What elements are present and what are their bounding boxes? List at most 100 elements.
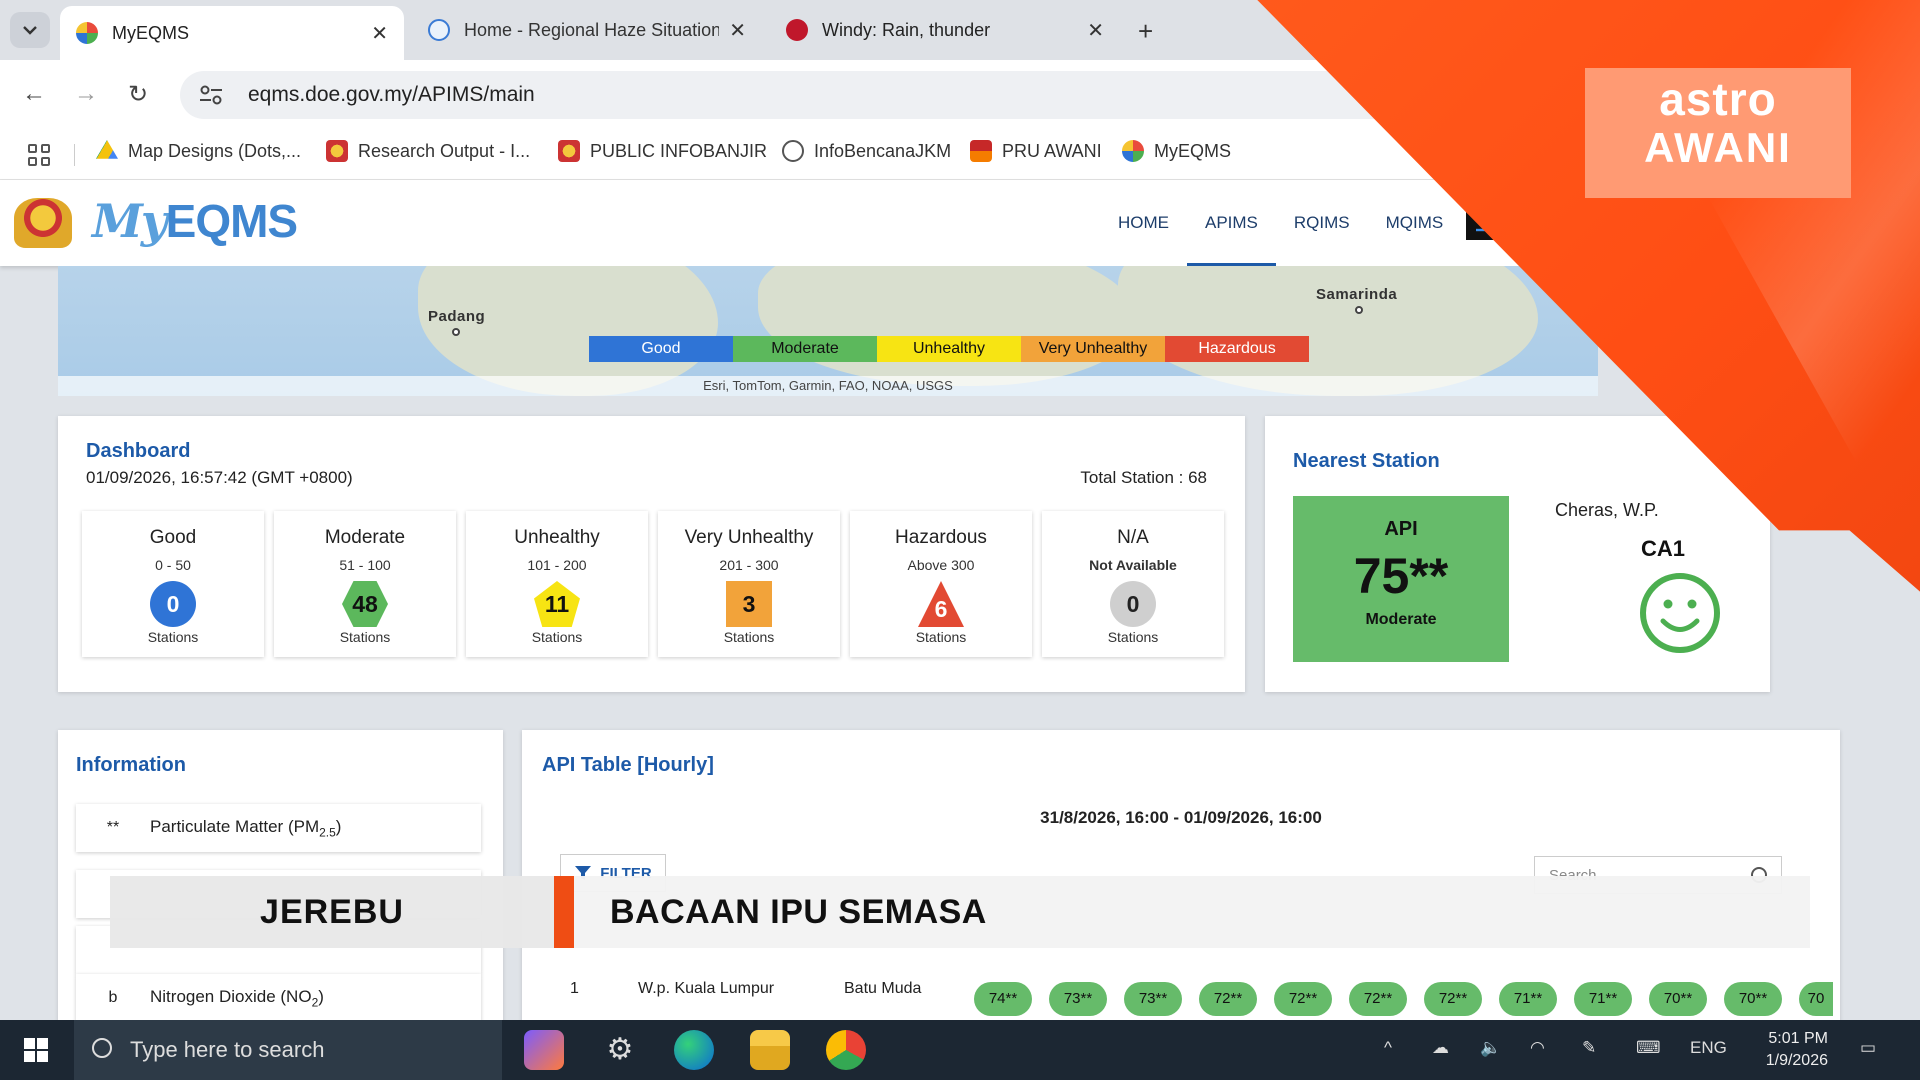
astro-awani-logo: astro AWANI xyxy=(1585,68,1851,198)
windy-favicon-icon xyxy=(786,19,808,41)
taskbar-search-input[interactable]: Type here to search xyxy=(74,1020,502,1080)
api-label: API xyxy=(1384,518,1418,540)
close-tab-icon[interactable]: ✕ xyxy=(1087,18,1104,43)
new-tab-icon[interactable]: + xyxy=(1138,16,1153,47)
bookmarks-divider xyxy=(74,144,75,166)
map-marker[interactable] xyxy=(1355,306,1363,314)
category-unit: Stations xyxy=(915,629,967,645)
bookmark-label: PRU AWANI xyxy=(1002,140,1102,161)
row-station[interactable]: Batu Muda xyxy=(844,980,921,998)
settings-gear-icon[interactable]: ⚙ xyxy=(600,1030,640,1070)
tray-pen-icon[interactable]: ✎ xyxy=(1582,1038,1596,1058)
dashboard-card: Dashboard 01/09/2026, 16:57:42 (GMT +080… xyxy=(58,416,1245,692)
count-badge: 11 xyxy=(534,581,580,627)
info-item-pm25[interactable]: ** Particulate Matter (PM2.5) xyxy=(76,804,481,852)
site-settings-icon[interactable] xyxy=(198,84,224,106)
category-name: Good xyxy=(149,527,197,548)
nav-apims[interactable]: APIMS xyxy=(1187,180,1276,266)
bookmark-research-output[interactable]: Research Output - I... xyxy=(326,140,530,162)
category-moderate[interactable]: Moderate 51 - 100 48 Stations xyxy=(274,511,456,657)
api-value-pill: 74** xyxy=(974,982,1032,1016)
tray-chevron-up-icon[interactable]: ^ xyxy=(1384,1038,1392,1058)
copilot-app-icon[interactable] xyxy=(524,1030,564,1070)
category-range: Above 300 xyxy=(907,557,975,573)
bookmark-public-infobanjir[interactable]: PUBLIC INFOBANJIR xyxy=(558,140,767,162)
bookmark-label: InfoBencanaJKM xyxy=(814,140,952,161)
logo-line-astro: astro xyxy=(1659,73,1777,125)
tray-wifi-icon[interactable]: ◠ xyxy=(1530,1038,1545,1058)
crest-icon xyxy=(326,140,348,162)
nearest-api-box[interactable]: API 75** Moderate xyxy=(1293,496,1509,662)
logo-eqms-text: EQMS xyxy=(165,195,298,247)
tray-volume-icon[interactable]: 🔈 xyxy=(1480,1038,1501,1058)
browser-tab-myeqms[interactable]: MyEQMS ✕ xyxy=(60,6,404,60)
category-name: N/A xyxy=(1117,527,1149,548)
category-hazardous[interactable]: Hazardous Above 300 6 Stations xyxy=(850,511,1032,657)
dashboard-title: Dashboard xyxy=(86,440,191,462)
category-range: 51 - 100 xyxy=(339,557,391,573)
api-value-pill: 70** xyxy=(1724,982,1782,1016)
file-explorer-icon[interactable] xyxy=(750,1030,790,1070)
taskbar-clock[interactable]: 5:01 PM 1/9/2026 xyxy=(1738,1028,1828,1072)
edge-browser-icon[interactable] xyxy=(674,1030,714,1070)
bookmark-pru-awani[interactable]: PRU AWANI xyxy=(970,140,1102,162)
category-very-unhealthy[interactable]: Very Unhealthy 201 - 300 3 Stations xyxy=(658,511,840,657)
map-attribution: Esri, TomTom, Garmin, FAO, NOAA, USGS xyxy=(58,376,1598,396)
malaysia-crest-logo xyxy=(14,198,72,248)
windows-start-icon[interactable] xyxy=(24,1038,48,1062)
browser-tab-haze[interactable]: Home - Regional Haze Situation ✕ xyxy=(412,6,762,54)
nearest-station-card: Nearest Station API 75** Moderate Cheras… xyxy=(1265,416,1770,692)
bookmark-myeqms[interactable]: MyEQMS xyxy=(1122,140,1231,162)
category-range: 101 - 200 xyxy=(527,557,587,573)
category-range: 0 - 50 xyxy=(155,557,191,573)
tray-language[interactable]: ENG xyxy=(1690,1038,1727,1058)
forward-icon[interactable]: → xyxy=(74,80,98,108)
total-station: Total Station : 68 xyxy=(1080,468,1207,487)
bookmark-map-designs[interactable]: Map Designs (Dots,... xyxy=(96,140,301,162)
address-bar[interactable]: eqms.doe.gov.my/APIMS/main xyxy=(180,71,1480,119)
station-location: Cheras, W.P. xyxy=(1555,500,1659,520)
category-unit: Stations xyxy=(339,629,391,645)
info-symbol: b xyxy=(108,989,118,1006)
category-unit: Stations xyxy=(1107,629,1159,645)
info-item-no2[interactable]: b Nitrogen Dioxide (NO2) xyxy=(76,974,481,1022)
bookmark-label: PUBLIC INFOBANJIR xyxy=(590,140,768,161)
browser-tab-windy[interactable]: Windy: Rain, thunder ✕ xyxy=(770,6,1120,54)
logo-line-awani: AWANI xyxy=(1644,124,1792,171)
chrome-browser-icon[interactable] xyxy=(826,1030,866,1070)
apps-grid-icon[interactable] xyxy=(28,144,50,166)
haze-map[interactable]: Padang Samarinda Good Moderate Unhealthy… xyxy=(58,266,1598,396)
category-unit: Stations xyxy=(147,629,199,645)
api-table-range: 31/8/2026, 16:00 - 01/09/2026, 16:00 xyxy=(1040,808,1322,827)
category-unit: Stations xyxy=(531,629,583,645)
category-range: Not Available xyxy=(1089,557,1177,573)
tab-list-button[interactable] xyxy=(10,12,50,48)
api-value-pill: 71** xyxy=(1499,982,1557,1016)
category-unit: Stations xyxy=(723,629,775,645)
api-table-title: API Table [Hourly] xyxy=(542,754,714,776)
close-tab-icon[interactable]: ✕ xyxy=(371,21,388,46)
api-value-pill: 73** xyxy=(1124,982,1182,1016)
tray-keyboard-icon[interactable]: ⌨ xyxy=(1636,1038,1661,1058)
category-name: Unhealthy xyxy=(514,527,600,548)
information-title: Information xyxy=(76,754,186,776)
nav-rqims[interactable]: RQIMS xyxy=(1276,180,1368,266)
myeqms-logo[interactable]: My EQMS xyxy=(92,194,298,254)
bookmark-infobencanajkm[interactable]: InfoBencanaJKM xyxy=(782,140,951,162)
notification-icon[interactable]: ▭ xyxy=(1860,1038,1876,1058)
station-code: CA1 xyxy=(1641,536,1686,561)
clock-time: 5:01 PM xyxy=(1768,1030,1828,1047)
api-value-pill: 72** xyxy=(1199,982,1257,1016)
category-unhealthy[interactable]: Unhealthy 101 - 200 11 Stations xyxy=(466,511,648,657)
close-tab-icon[interactable]: ✕ xyxy=(729,18,746,43)
category-good[interactable]: Good 0 - 50 0 Stations xyxy=(82,511,264,657)
tray-network-icon[interactable]: ☁ xyxy=(1432,1038,1449,1058)
tab-title: MyEQMS xyxy=(112,22,190,43)
info-symbol: ** xyxy=(106,819,120,836)
back-icon[interactable]: ← xyxy=(22,80,46,108)
category-na[interactable]: N/A Not Available 0 Stations xyxy=(1042,511,1224,657)
nav-home[interactable]: HOME xyxy=(1100,180,1187,266)
api-value-pill: 72** xyxy=(1349,982,1407,1016)
reload-icon[interactable]: ↻ xyxy=(128,80,148,109)
map-marker[interactable] xyxy=(452,328,460,336)
